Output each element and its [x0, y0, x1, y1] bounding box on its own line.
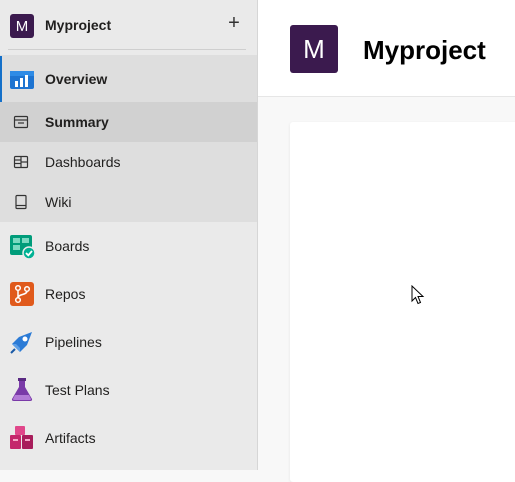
sub-label-summary: Summary [45, 114, 109, 130]
active-indicator [0, 56, 2, 102]
project-sidebar: M Myproject + Overview Summary Dashboard… [0, 0, 258, 470]
sub-item-dashboards[interactable]: Dashboards [0, 142, 257, 182]
summary-card [290, 122, 515, 482]
nav-item-pipelines[interactable]: Pipelines [0, 318, 257, 366]
sub-item-wiki[interactable]: Wiki [0, 182, 257, 222]
nav-item-boards[interactable]: Boards [0, 222, 257, 270]
artifacts-icon [10, 426, 34, 450]
pipelines-icon [10, 330, 34, 354]
page-title: Myproject [363, 35, 486, 65]
boards-icon [10, 234, 36, 260]
nav-item-repos[interactable]: Repos [0, 270, 257, 318]
nav-label-boards: Boards [45, 238, 90, 254]
nav-item-artifacts[interactable]: Artifacts [0, 414, 257, 462]
repos-icon [10, 282, 34, 306]
test-plans-icon [10, 378, 34, 402]
dashboards-icon [13, 154, 29, 170]
project-avatar[interactable]: M [10, 14, 34, 38]
wiki-icon [13, 194, 29, 210]
nav-item-overview[interactable]: Overview [0, 55, 257, 102]
add-button[interactable]: + [224, 12, 244, 34]
nav-label-overview: Overview [45, 70, 108, 87]
main-content: M Myproject [258, 0, 515, 482]
nav-item-test-plans[interactable]: Test Plans [0, 366, 257, 414]
sub-item-summary[interactable]: Summary [0, 102, 257, 142]
sub-label-dashboards: Dashboards [45, 154, 121, 170]
project-header: M Myproject + [0, 0, 257, 50]
overview-icon [10, 67, 34, 91]
nav-label-artifacts: Artifacts [45, 430, 96, 446]
summary-icon [13, 114, 29, 130]
mouse-cursor-icon [411, 284, 425, 305]
nav-label-repos: Repos [45, 286, 86, 302]
page-header: M Myproject [258, 0, 515, 97]
header-divider [8, 49, 246, 50]
project-name[interactable]: Myproject [45, 17, 111, 33]
project-avatar-large: M [290, 25, 338, 73]
sub-label-wiki: Wiki [45, 194, 72, 210]
nav-label-test-plans: Test Plans [45, 382, 110, 398]
nav-label-pipelines: Pipelines [45, 334, 102, 350]
